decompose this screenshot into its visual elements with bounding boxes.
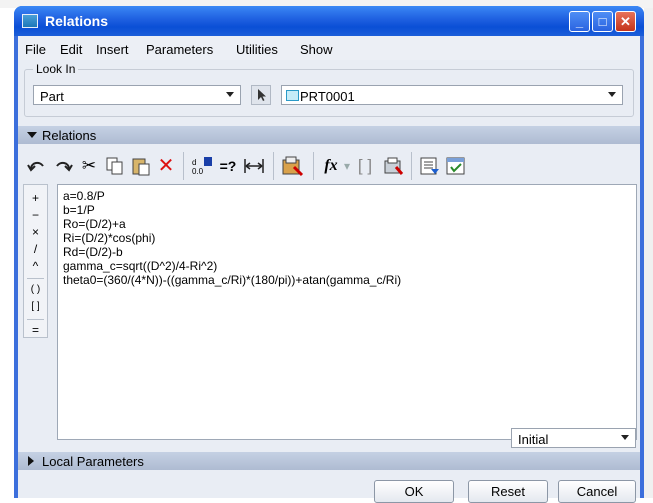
delete-icon[interactable]: ✕: [156, 155, 176, 177]
relations-section-label: Relations: [42, 128, 97, 143]
relations-editor[interactable]: a=0.8/P b=1/P Ro=(D/2)+a Ri=(D/2)*cos(ph…: [57, 184, 637, 440]
chevron-down-icon[interactable]: ▾: [342, 155, 352, 177]
relation-line: b=1/P: [63, 203, 95, 217]
cursor-arrow-icon: [258, 89, 266, 101]
menu-parameters[interactable]: Parameters: [146, 42, 213, 57]
chevron-down-icon: [608, 92, 616, 97]
unit-sensitivity-icon[interactable]: [382, 155, 406, 177]
desktop-background-right: [644, 8, 653, 498]
type-select[interactable]: Part: [33, 85, 241, 105]
chevron-down-icon: [226, 92, 234, 97]
operator-palette: + − × / ^ ( ) [ ] =: [23, 184, 48, 338]
operator-separator: [27, 319, 44, 320]
operator-divide-button[interactable]: /: [24, 242, 47, 256]
redo-icon[interactable]: [52, 155, 74, 177]
cut-icon[interactable]: ✂: [78, 155, 100, 177]
menu-file[interactable]: File: [25, 42, 46, 57]
relations-window: Relations _ □ ✕ File Edit Insert Paramet…: [14, 6, 644, 503]
expand-triangle-icon: [28, 456, 34, 466]
title-bar[interactable]: Relations _ □ ✕: [14, 6, 644, 36]
select-model-button[interactable]: [251, 85, 271, 105]
relations-toolbar: ✂ ✕ d 0.0 =? fx ▾ [ ]: [26, 152, 634, 180]
look-in-legend: Look In: [33, 62, 79, 76]
sort-relations-icon[interactable]: d 0.0: [190, 155, 214, 177]
paste-icon[interactable]: [130, 155, 152, 177]
toolbar-separator: [273, 152, 274, 180]
operator-brackets-button[interactable]: [ ]: [24, 301, 47, 312]
operator-plus-button[interactable]: +: [24, 191, 47, 205]
insert-function-icon[interactable]: fx: [320, 155, 342, 177]
minimize-button[interactable]: _: [569, 11, 590, 32]
operator-minus-button[interactable]: −: [24, 208, 47, 222]
model-select-value: PRT0001: [300, 89, 355, 104]
relation-line: theta0=(360/(4*N))-((gamma_c/Ri)*(180/pi…: [63, 273, 402, 287]
dialog-client-area: File Edit Insert Parameters Utilities Sh…: [18, 36, 640, 503]
local-parameters-label: Local Parameters: [42, 454, 144, 469]
close-button[interactable]: ✕: [615, 11, 636, 32]
relations-section-header[interactable]: Relations: [18, 126, 640, 144]
execute-verify-icon[interactable]: [444, 155, 468, 177]
model-select[interactable]: PRT0001: [281, 85, 623, 105]
svg-text:d: d: [192, 158, 196, 167]
menu-show[interactable]: Show: [300, 42, 333, 57]
reset-button[interactable]: Reset: [468, 480, 548, 503]
undo-icon[interactable]: [26, 155, 48, 177]
menu-edit[interactable]: Edit: [60, 42, 82, 57]
toolbar-separator: [183, 152, 184, 180]
operator-multiply-button[interactable]: ×: [24, 225, 47, 239]
type-select-value: Part: [40, 89, 64, 104]
operator-power-button[interactable]: ^: [24, 259, 47, 273]
cancel-button[interactable]: Cancel: [558, 480, 636, 503]
relation-line: a=0.8/P: [63, 189, 105, 203]
relation-line: Ro=(D/2)+a: [63, 217, 126, 231]
show-info-icon[interactable]: [418, 155, 442, 177]
svg-text:0.0: 0.0: [192, 167, 204, 176]
operator-parentheses-button[interactable]: ( ): [24, 284, 47, 295]
menu-bar: File Edit Insert Parameters Utilities Sh…: [18, 36, 640, 60]
chevron-down-icon: [621, 435, 629, 440]
evaluate-selection-icon[interactable]: =?: [216, 155, 240, 177]
regeneration-option-value: Initial: [518, 432, 549, 447]
relation-line: Rd=(D/2)-b: [63, 245, 123, 259]
relation-line: Ri=(D/2)*cos(phi): [63, 231, 156, 245]
collapse-triangle-icon: [27, 132, 37, 138]
regeneration-option-select[interactable]: Initial: [511, 428, 636, 448]
local-parameters-section-header[interactable]: Local Parameters: [18, 452, 640, 470]
look-in-group: Look In Part PRT0001: [24, 62, 634, 117]
operator-equals-button[interactable]: =: [24, 323, 47, 337]
menu-insert[interactable]: Insert: [96, 42, 129, 57]
relation-line: gamma_c=sqrt((D^2)/4-Ri^2): [63, 259, 218, 273]
maximize-button[interactable]: □: [592, 11, 613, 32]
window-title: Relations: [45, 13, 109, 29]
insert-parameter-icon[interactable]: [ ]: [354, 155, 376, 177]
verify-relations-icon[interactable]: [280, 155, 306, 177]
part-icon: [286, 90, 299, 101]
window-icon: [22, 14, 38, 28]
ok-button[interactable]: OK: [374, 480, 454, 503]
copy-icon[interactable]: [104, 155, 126, 177]
measure-icon[interactable]: [242, 155, 266, 177]
toolbar-separator: [411, 152, 412, 180]
toolbar-separator: [313, 152, 314, 180]
menu-utilities[interactable]: Utilities: [236, 42, 278, 57]
operator-separator: [27, 278, 44, 279]
